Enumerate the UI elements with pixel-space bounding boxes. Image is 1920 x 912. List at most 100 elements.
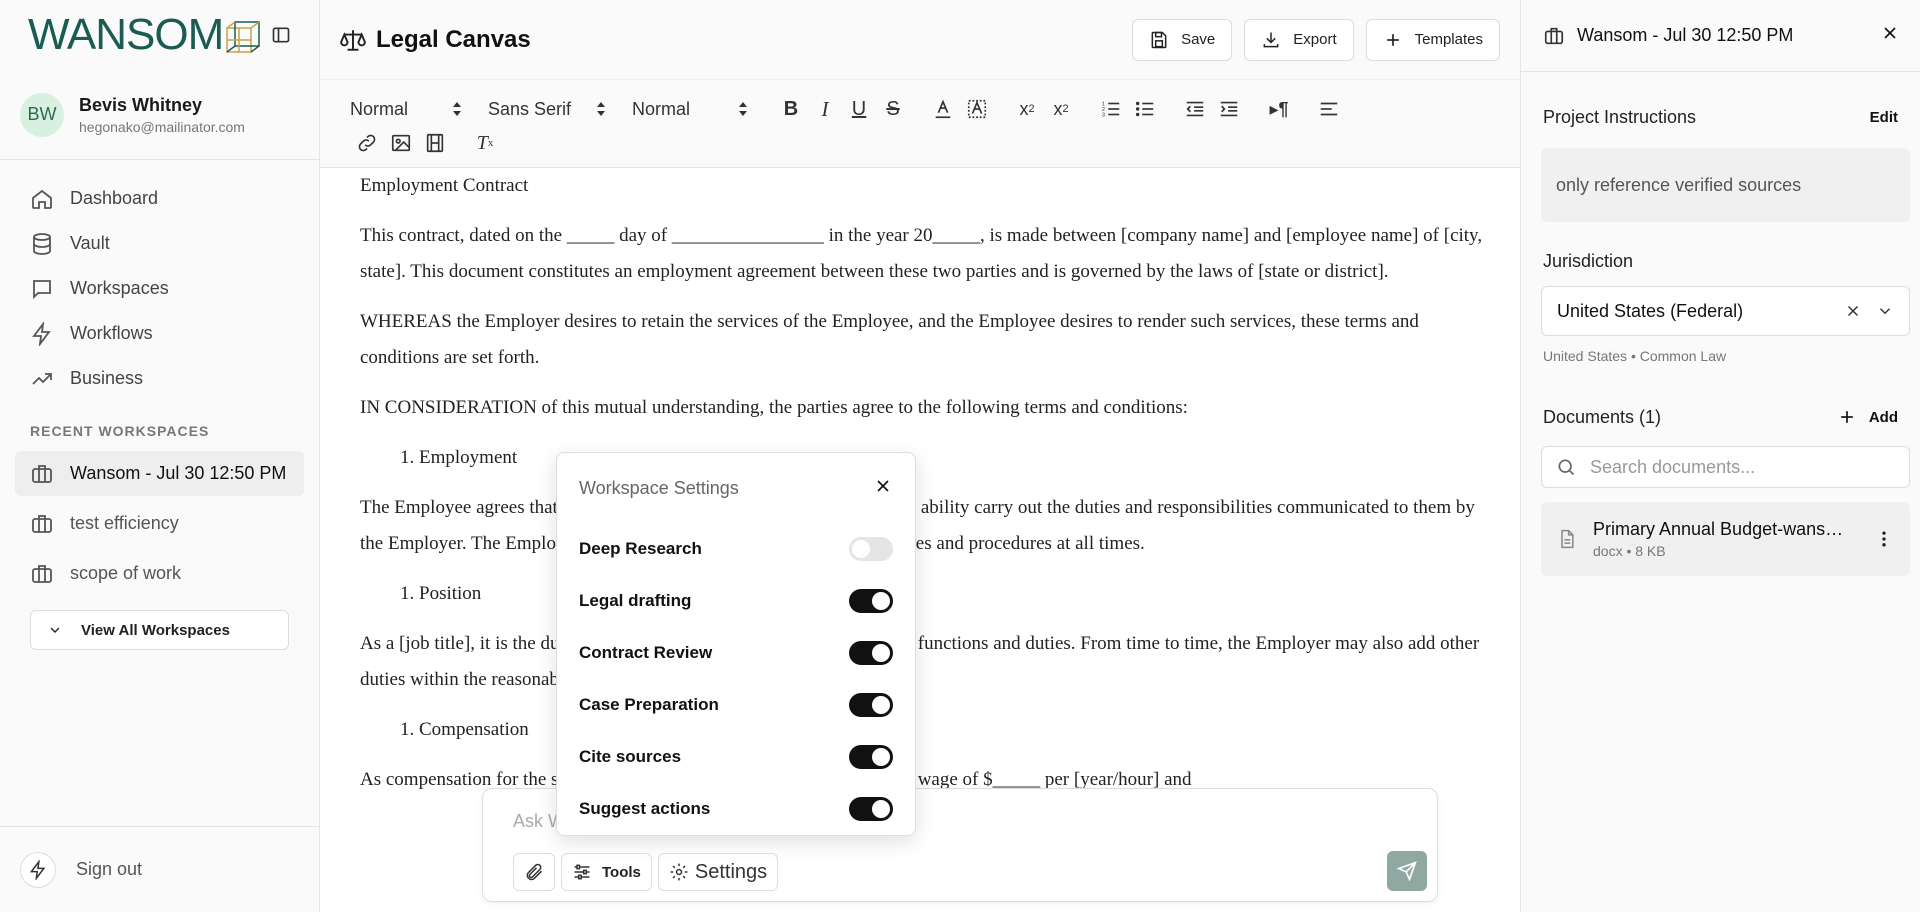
attach-button[interactable]: [513, 853, 555, 891]
view-all-workspaces-button[interactable]: View All Workspaces: [30, 610, 289, 650]
more-vertical-icon[interactable]: [1874, 529, 1894, 549]
setting-label: Cite sources: [579, 747, 682, 766]
main-nav: Dashboard Vault Workspaces Workflows Bus…: [0, 160, 319, 401]
jurisdiction-label: Jurisdiction: [1543, 250, 1634, 271]
setting-suggest-actions: Suggest actions: [557, 783, 915, 835]
jurisdiction-section: Jurisdiction: [1521, 246, 1920, 276]
document-meta: docx • 8 KB: [1593, 543, 1666, 559]
doc-paragraph: The Employee agrees that he or she will …: [360, 497, 1475, 554]
file-icon: [1561, 529, 1574, 549]
panel-header: Wansom - Jul 30 12:50 PM: [1521, 0, 1920, 72]
updown-icon: [597, 102, 605, 116]
user-profile[interactable]: BW Bevis Whitney hegonako@mailinator.com: [0, 70, 319, 160]
sidebar-toggle-icon[interactable]: [271, 25, 291, 45]
workspace-item-active[interactable]: Wansom - Jul 30 12:50 PM: [15, 451, 304, 496]
close-icon[interactable]: [1880, 23, 1900, 48]
jurisdiction-value: United States (Federal): [1557, 300, 1744, 321]
document-body[interactable]: Employment Contract This contract, dated…: [360, 168, 1490, 812]
templates-button[interactable]: Templates: [1365, 18, 1500, 61]
send-button[interactable]: [1387, 851, 1427, 891]
doc-paragraph: IN CONSIDERATION of this mutual understa…: [360, 397, 1188, 418]
briefcase-icon: [32, 564, 52, 583]
chevron-down-icon: [50, 627, 60, 633]
sign-out-button[interactable]: Sign out: [0, 826, 320, 912]
jurisdiction-select[interactable]: United States (Federal): [1541, 286, 1910, 336]
nav-item-vault[interactable]: Vault: [0, 221, 319, 266]
editor-main: Legal Canvas Save Export Templates Norma…: [320, 0, 1520, 912]
plus-icon: [1840, 411, 1853, 423]
tools-button[interactable]: Tools: [561, 853, 652, 891]
outdent-icon[interactable]: [1183, 97, 1207, 121]
chevron-down-icon[interactable]: [1876, 302, 1894, 320]
nav-item-business[interactable]: Business: [0, 356, 319, 401]
superscript-icon[interactable]: x2: [1049, 97, 1073, 121]
image-icon[interactable]: [389, 131, 413, 155]
clear-format-icon[interactable]: Tx: [473, 131, 497, 155]
workspace-settings-popup: Workspace Settings Deep Research Legal d…: [556, 452, 916, 836]
logo-row: WANSOM: [0, 0, 319, 70]
font-select-value: Sans Serif: [488, 98, 572, 119]
nav-item-dashboard[interactable]: Dashboard: [0, 176, 319, 221]
nav-item-workspaces[interactable]: Workspaces: [0, 266, 319, 311]
nav-label: Vault: [70, 233, 110, 253]
bullet-list-icon[interactable]: [1133, 97, 1157, 121]
toggle-switch[interactable]: [849, 589, 893, 613]
close-icon[interactable]: [873, 476, 893, 501]
documents-label: Documents (1): [1543, 406, 1662, 427]
toggle-switch[interactable]: [849, 693, 893, 717]
heading-select-value: Normal: [350, 98, 409, 119]
nav-item-workflows[interactable]: Workflows: [0, 311, 319, 356]
tools-label: Tools: [602, 863, 641, 881]
ordered-list-icon[interactable]: 123: [1099, 97, 1123, 121]
italic-icon[interactable]: I: [813, 97, 837, 121]
workspace-item[interactable]: scope of work: [15, 551, 304, 596]
workspace-item[interactable]: test efficiency: [15, 501, 304, 546]
link-icon[interactable]: [355, 131, 379, 155]
view-all-label: View All Workspaces: [81, 621, 230, 639]
edit-button[interactable]: Edit: [1870, 109, 1898, 126]
subscript-icon[interactable]: x2: [1015, 97, 1039, 121]
toggle-switch[interactable]: [849, 641, 893, 665]
instructions-section: Project Instructions Edit: [1521, 102, 1920, 132]
setting-contract-review: Contract Review: [557, 627, 915, 679]
nav-label: Business: [70, 368, 144, 388]
toggle-switch[interactable]: [849, 537, 893, 561]
text-direction-icon[interactable]: ▸¶: [1267, 97, 1291, 121]
search-documents-input[interactable]: Search documents...: [1541, 446, 1910, 488]
recent-workspaces-label: RECENT WORKSPACES: [30, 423, 210, 439]
export-button[interactable]: Export: [1244, 18, 1354, 61]
sliders-icon: [574, 864, 590, 880]
underline-icon[interactable]: U: [847, 97, 871, 121]
scales-icon: [340, 29, 366, 51]
indent-icon[interactable]: [1217, 97, 1241, 121]
settings-label: Settings: [694, 860, 768, 883]
setting-cite-sources: Cite sources: [557, 731, 915, 783]
jurisdiction-subtitle: United States • Common Law: [1543, 348, 1727, 364]
highlight-icon[interactable]: [965, 97, 989, 121]
font-select[interactable]: Sans Serif: [488, 99, 606, 120]
toggle-switch[interactable]: [849, 797, 893, 821]
clear-icon[interactable]: [1844, 302, 1862, 320]
formatting-toolbar: Normal Sans Serif Normal B I U S x 2 x 2…: [320, 80, 1520, 168]
doc-list-item: 1. Compensation: [400, 719, 529, 740]
briefcase-icon: [32, 514, 52, 533]
document-item[interactable]: Primary Annual Budget-wansom.docx docx •…: [1541, 502, 1910, 576]
strikethrough-icon[interactable]: S: [881, 97, 905, 121]
align-icon[interactable]: [1317, 97, 1341, 121]
popup-title: Workspace Settings: [579, 477, 739, 498]
save-button[interactable]: Save: [1132, 18, 1233, 61]
export-label: Export: [1293, 31, 1337, 48]
text-color-icon[interactable]: [931, 97, 955, 121]
logo[interactable]: WANSOM: [28, 10, 261, 60]
video-icon[interactable]: [423, 131, 447, 155]
settings-button[interactable]: Settings: [657, 853, 779, 891]
lightning-icon: [32, 321, 51, 346]
panel-title: Wansom - Jul 30 12:50 PM: [1577, 25, 1794, 45]
add-document-button[interactable]: Add: [1837, 407, 1898, 427]
chat-icon: [33, 279, 51, 299]
workspace-label: Wansom - Jul 30 12:50 PM: [70, 463, 287, 483]
toggle-switch[interactable]: [849, 745, 893, 769]
heading-select[interactable]: Normal: [350, 99, 462, 120]
bold-icon[interactable]: B: [779, 97, 803, 121]
size-select[interactable]: Normal: [632, 99, 748, 120]
